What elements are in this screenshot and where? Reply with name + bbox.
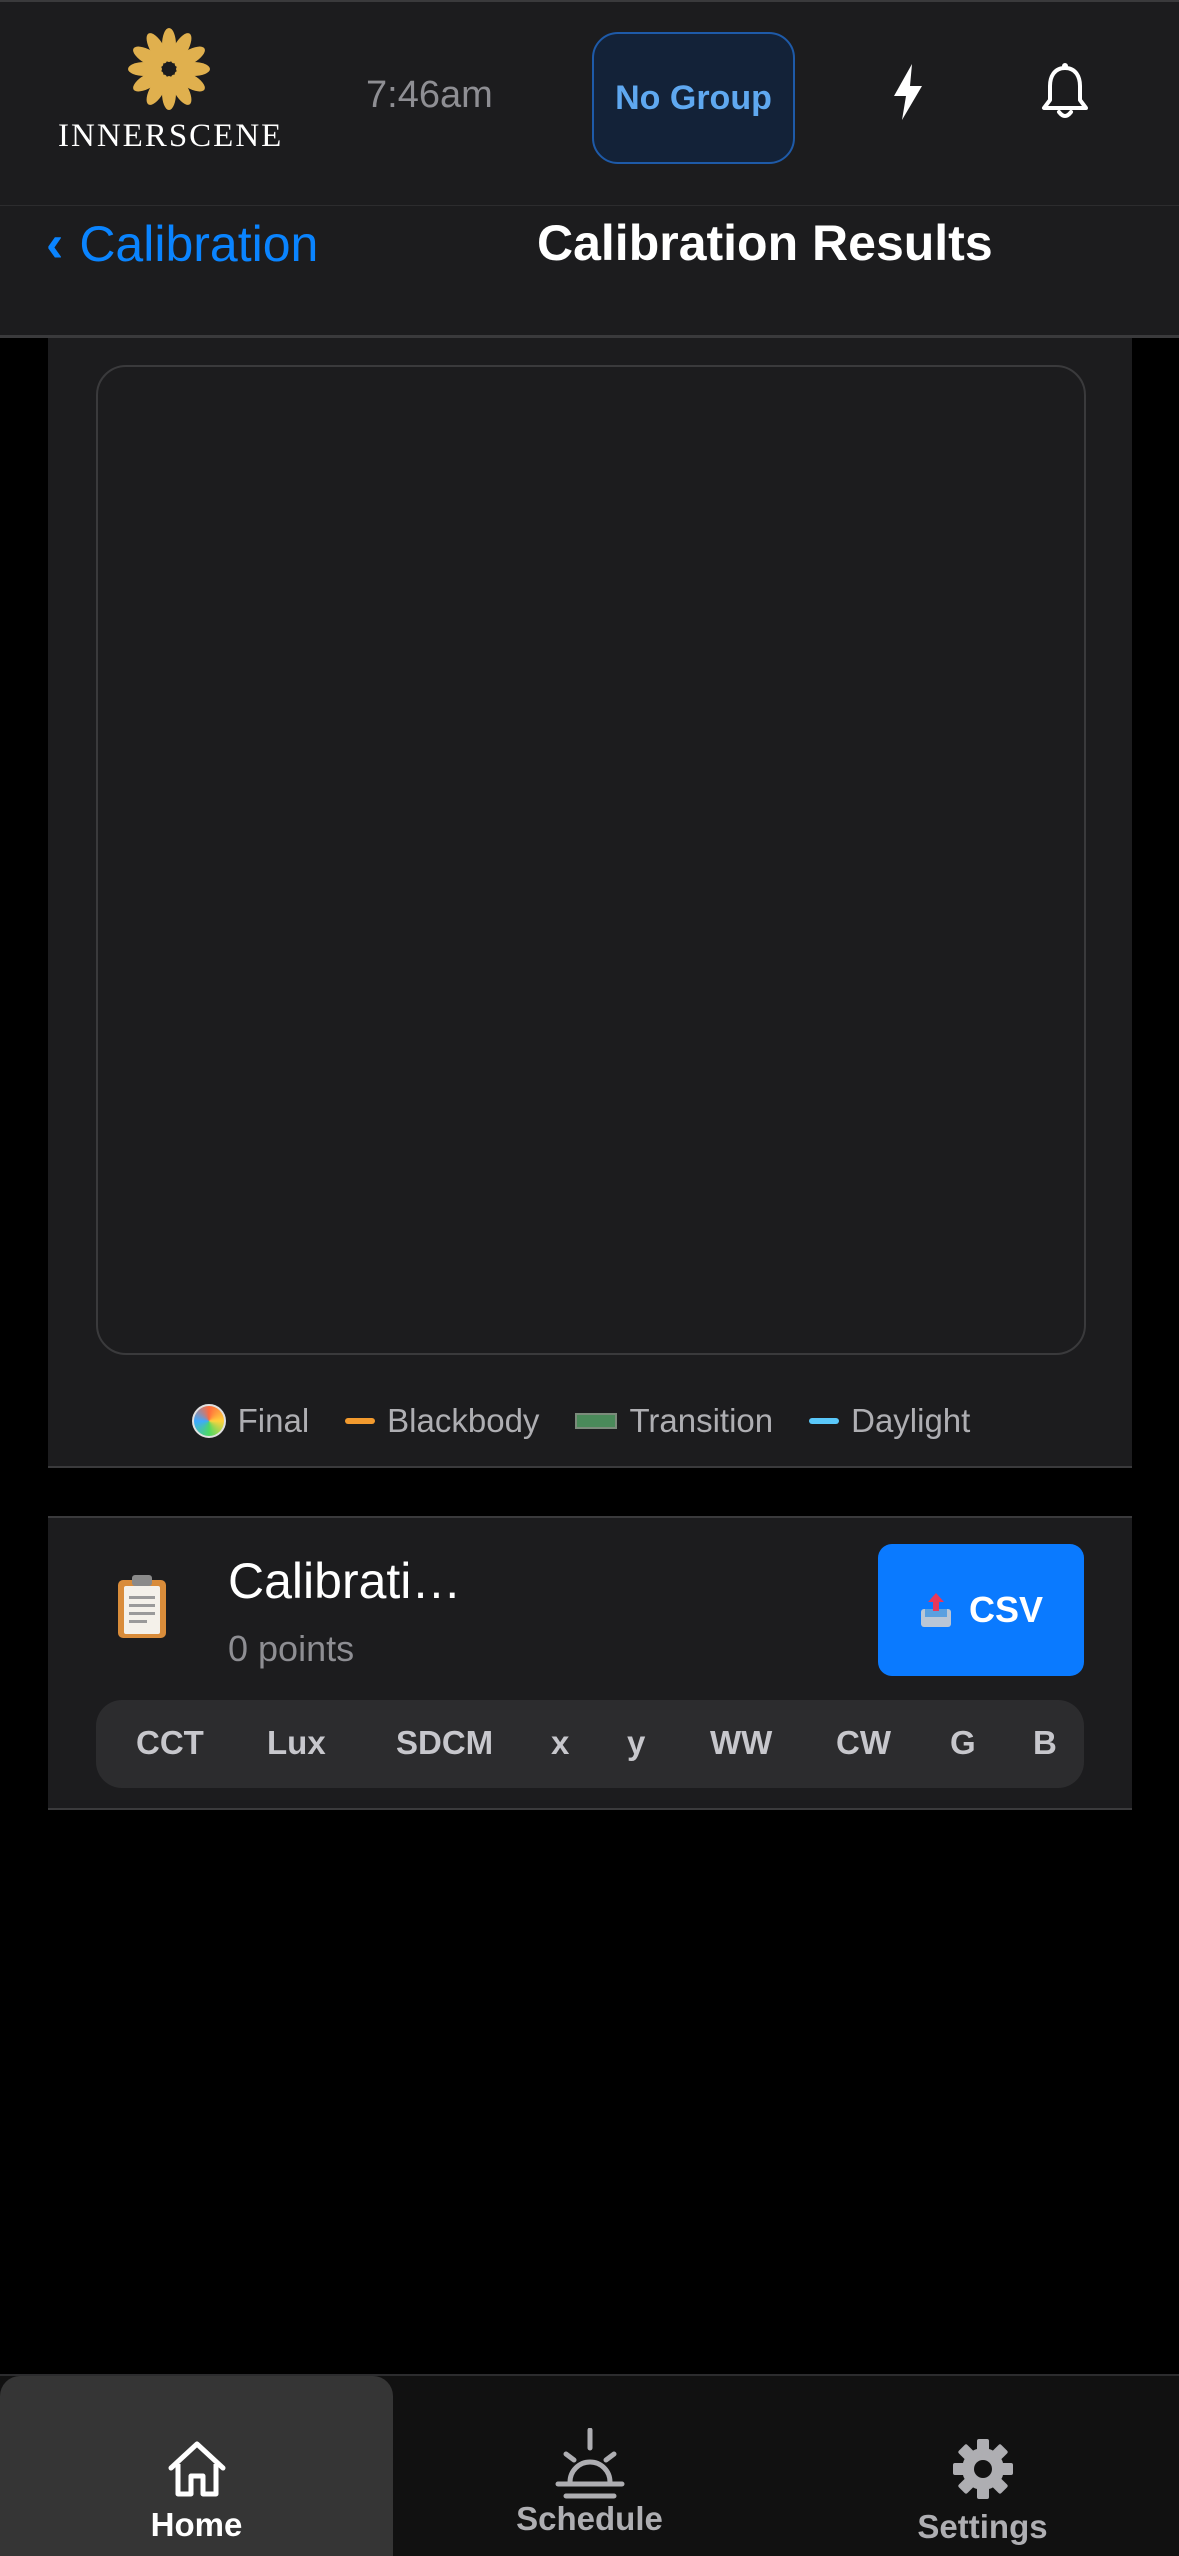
legend-item-final: Final — [191, 1402, 310, 1440]
navigation-bar: ‹ Calibration Calibration Results — [0, 205, 1179, 338]
column-header: B — [1033, 1724, 1057, 1761]
group-selector-label: No Group — [615, 78, 772, 117]
tab-home[interactable]: Home — [0, 2376, 393, 2556]
app-screen: INNERSCENE 7:46am No Group ‹ Calibration… — [0, 0, 1179, 2556]
legend-label: Transition — [629, 1402, 774, 1439]
notifications-button[interactable] — [1040, 62, 1090, 122]
back-button[interactable]: ‹ Calibration — [46, 214, 318, 274]
page-title: Calibration Results — [537, 215, 993, 271]
column-header: SDCM — [396, 1724, 494, 1761]
tab-schedule-label: Schedule — [516, 2500, 663, 2537]
column-header: Lux — [267, 1724, 326, 1761]
result-title: Calibrati… — [228, 1553, 462, 1609]
bell-icon — [1042, 63, 1088, 118]
legend-item-daylight: Daylight — [809, 1402, 970, 1440]
bolt-icon — [894, 64, 922, 120]
back-button-label: Calibration — [79, 216, 319, 272]
legend-swatch-final — [191, 1404, 226, 1438]
csv-button-label: CSV — [968, 1589, 1044, 1630]
outbox-tray-icon — [920, 1593, 951, 1627]
tab-home-label: Home — [150, 2506, 243, 2543]
legend-swatch-transition — [575, 1413, 618, 1429]
result-point-count: 0 points — [228, 1628, 355, 1669]
chart-card: Final Blackbody Transition Daylight — [48, 338, 1132, 1468]
column-header: G — [950, 1724, 976, 1761]
chevron-left-icon: ‹ — [46, 215, 64, 273]
tab-settings-label: Settings — [917, 2508, 1048, 2545]
brand-logo: INNERSCENE — [58, 26, 284, 156]
legend-label: Daylight — [851, 1402, 971, 1439]
bolt-button[interactable] — [888, 62, 928, 122]
bottom-tab-bar: Home Schedule Settings — [0, 2374, 1179, 2556]
legend-swatch-blackbody — [345, 1418, 376, 1424]
group-selector-button[interactable]: No Group — [592, 32, 795, 164]
chart-legend: Final Blackbody Transition Daylight — [48, 1396, 1132, 1446]
export-csv-button[interactable]: CSV — [878, 1544, 1084, 1676]
legend-label: Blackbody — [387, 1402, 540, 1439]
column-header: CCT — [136, 1724, 204, 1761]
clock-time: 7:46am — [366, 74, 493, 116]
chart-plot-area[interactable] — [96, 365, 1086, 1355]
column-header: x — [551, 1724, 570, 1761]
sunrise-icon — [555, 2428, 624, 2499]
tab-schedule[interactable]: Schedule — [393, 2376, 786, 2556]
clipboard-icon — [118, 1575, 166, 1638]
legend-label: Final — [237, 1402, 310, 1439]
gear-icon — [952, 2439, 1013, 2499]
legend-item-blackbody: Blackbody — [345, 1402, 539, 1440]
tab-settings[interactable]: Settings — [786, 2376, 1179, 2556]
table-column-header: CCT Lux SDCM x y WW CW G B — [96, 1700, 1084, 1788]
brand-name: INNERSCENE — [58, 118, 284, 154]
column-header: CW — [836, 1724, 891, 1761]
column-header: y — [627, 1724, 646, 1761]
home-icon — [168, 2441, 225, 2497]
app-header: INNERSCENE 7:46am No Group — [0, 0, 1179, 205]
sunburst-logo-icon — [128, 28, 210, 110]
legend-swatch-daylight — [809, 1418, 840, 1424]
results-card: Calibrati… 0 points CSV CCT Lux SDCM x y… — [48, 1516, 1132, 1810]
legend-item-transition: Transition — [575, 1402, 773, 1440]
column-header: WW — [710, 1724, 773, 1761]
